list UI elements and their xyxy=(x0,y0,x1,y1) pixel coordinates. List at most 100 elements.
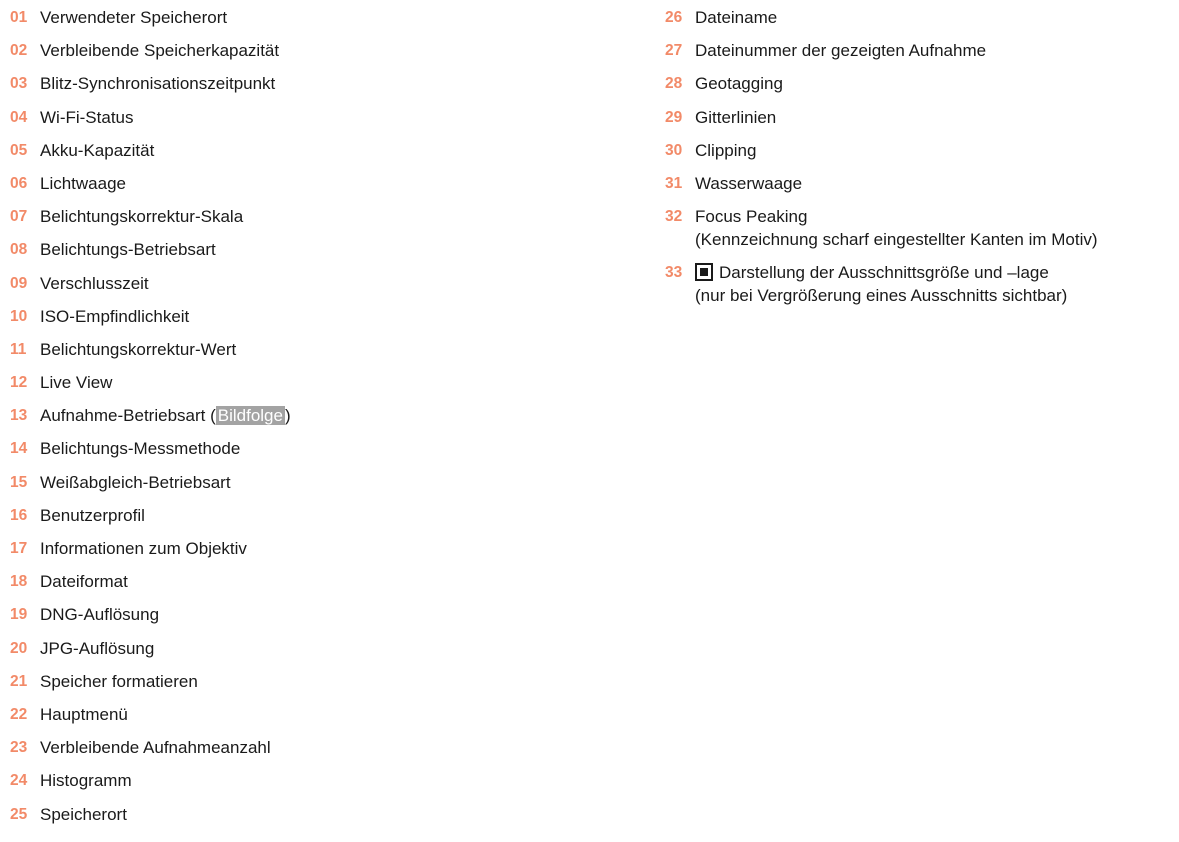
legend-item: 32 Focus Peaking (Kennzeichnung scharf ein… xyxy=(665,205,1175,251)
item-number: 01 xyxy=(10,9,28,26)
item-number: 11 xyxy=(10,340,27,358)
legend-item: 33 Darstellung der Ausschnittsgröße und –… xyxy=(665,261,1175,307)
legend-item: 07 Belichtungskorrektur-Skala xyxy=(10,205,570,228)
item-number: 29 xyxy=(665,108,683,126)
item-number: 31 xyxy=(665,174,683,192)
item-label: Belichtungskorrektur-Wert xyxy=(40,339,237,359)
item-number: 30 xyxy=(665,141,683,159)
legend-item: 19 DNG-Auflösung xyxy=(10,603,570,626)
item-number: 05 xyxy=(10,141,28,159)
item-number: 25 xyxy=(10,805,28,823)
legend-item: 22 Hauptmenü xyxy=(10,703,570,726)
legend-item: 11 Belichtungskorrektur-Wert xyxy=(10,338,570,361)
highlight-chip: Bildfolge xyxy=(215,406,285,426)
item-label: Live View xyxy=(40,373,113,393)
legend-item: 03 Blitz-Synchronisationszeitpunkt xyxy=(10,72,570,95)
item-number: 20 xyxy=(10,639,28,657)
item-label: Akku-Kapazität xyxy=(40,140,155,160)
legend-item: 25 Speicherort xyxy=(10,803,570,826)
item-label: Darstellung der Ausschnittsgröße und –la… xyxy=(695,261,1175,307)
item-number: 07 xyxy=(10,208,28,226)
item-label: Belichtungs-Messmethode xyxy=(40,439,241,459)
item-label: Verwendeter Speicherort xyxy=(40,8,228,27)
item-label: Informationen zum Objektiv xyxy=(40,539,247,558)
item-number: 19 xyxy=(10,606,28,624)
item-number: 17 xyxy=(10,540,28,557)
item-number: 27 xyxy=(665,42,683,60)
item-number: 06 xyxy=(10,174,28,192)
label-text-pre: Aufnahme-Betriebsart ( xyxy=(40,406,216,426)
legend-item: 13 Aufnahme-Betriebsart (Bildfolge) xyxy=(10,404,570,427)
label-line-1: Focus Peaking xyxy=(695,207,808,227)
legend-item: 26 Dateiname xyxy=(665,6,1175,29)
item-label: Speicherort xyxy=(40,804,127,824)
item-number: 09 xyxy=(10,274,28,292)
legend-item: 21 Speicher formatieren xyxy=(10,670,570,693)
label-text: Darstellung der Ausschnittsgröße und –la… xyxy=(719,263,1049,283)
legend-item: 02 Verbleibende Speicherkapazität xyxy=(10,39,570,62)
legend-item: 05 Akku-Kapazität xyxy=(10,139,570,162)
item-label: Geotagging xyxy=(695,74,783,94)
legend-item: 16 Benutzerprofil xyxy=(10,504,570,527)
legend-item: 18 Dateiformat xyxy=(10,570,570,593)
label-text-post: ) xyxy=(284,406,291,426)
legend-item: 20 JPG-Auflösung xyxy=(10,637,570,660)
label-line-2: (nur bei Vergrößerung eines Ausschnitts … xyxy=(695,286,1068,306)
item-number: 21 xyxy=(10,672,28,690)
item-label: Dateinummer der gezeigten Aufnahme xyxy=(695,41,987,61)
item-number: 28 xyxy=(665,75,683,93)
item-label: Verbleibende Speicherkapazität xyxy=(40,41,280,61)
item-number: 16 xyxy=(10,506,28,524)
item-label: Histogramm xyxy=(40,771,132,791)
legend-item: 14 Belichtungs-Messmethode xyxy=(10,437,570,460)
item-label: Verbleibende Aufnahmeanzahl xyxy=(40,738,271,758)
item-label: Wasserwaage xyxy=(695,173,803,193)
legend-item: 15 Weißabgleich-Betriebsart xyxy=(10,471,570,494)
item-label: Belichtungs-Betriebsart xyxy=(40,240,216,260)
item-number: 12 xyxy=(10,374,28,392)
item-number: 23 xyxy=(10,739,28,757)
item-label: Hauptmenü xyxy=(40,704,128,724)
item-number: 03 xyxy=(10,75,28,93)
item-number: 18 xyxy=(10,573,28,591)
item-number: 22 xyxy=(10,705,28,723)
legend-item: 27 Dateinummer der gezeigten Aufnahme xyxy=(665,39,1175,62)
item-label: Dateiname xyxy=(695,8,778,27)
label-line-1: Darstellung der Ausschnittsgröße und –la… xyxy=(695,261,1175,284)
legend-item: 06 Lichtwaage xyxy=(10,172,570,195)
item-label: Belichtungskorrektur-Skala xyxy=(40,207,244,227)
item-label: Focus Peaking (Kennzeichnung scharf einge… xyxy=(695,205,1175,251)
item-number: 15 xyxy=(10,473,28,491)
legend-column-right: 26 Dateiname 27 Dateinummer der gezeigten … xyxy=(665,6,1175,318)
item-label: JPG-Auflösung xyxy=(40,638,155,658)
legend-item: 04 Wi-Fi-Status xyxy=(10,106,570,129)
item-number: 24 xyxy=(10,772,28,790)
item-number: 10 xyxy=(10,307,28,325)
item-label: DNG-Auflösung xyxy=(40,605,160,625)
item-number: 26 xyxy=(665,9,683,26)
item-number: 32 xyxy=(665,208,683,226)
item-number: 08 xyxy=(10,241,28,259)
item-number: 14 xyxy=(10,440,28,458)
legend-item: 29 Gitterlinien xyxy=(665,106,1175,129)
item-label: Dateiformat xyxy=(40,572,128,592)
legend-item: 31 Wasserwaage xyxy=(665,172,1175,195)
item-label: Clipping xyxy=(695,140,757,160)
item-number: 04 xyxy=(10,108,28,126)
legend-item: 28 Geotagging xyxy=(665,72,1175,95)
legend-column-left: 01 Verwendeter Speicherort 02 Verbleibende… xyxy=(10,6,570,836)
item-label: Speicher formatieren xyxy=(40,671,198,691)
legend-item: 24 Histogramm xyxy=(10,769,570,792)
legend-item: 17 Informationen zum Objektiv xyxy=(10,537,570,560)
legend-item: 08 Belichtungs-Betriebsart xyxy=(10,238,570,261)
item-label: Lichtwaage xyxy=(40,173,127,193)
legend-item: 09 Verschlusszeit xyxy=(10,272,570,295)
legend-item: 01 Verwendeter Speicherort xyxy=(10,6,570,29)
item-label: Weißabgleich-Betriebsart xyxy=(40,472,231,492)
item-label: Gitterlinien xyxy=(695,107,777,127)
item-label: ISO-Empfindlichkeit xyxy=(40,306,190,326)
frame-square-icon xyxy=(695,263,713,282)
item-label: Blitz-Synchronisationszeitpunkt xyxy=(40,74,276,94)
item-label: Benutzerprofil xyxy=(40,505,145,525)
item-label: Verschlusszeit xyxy=(40,273,149,293)
